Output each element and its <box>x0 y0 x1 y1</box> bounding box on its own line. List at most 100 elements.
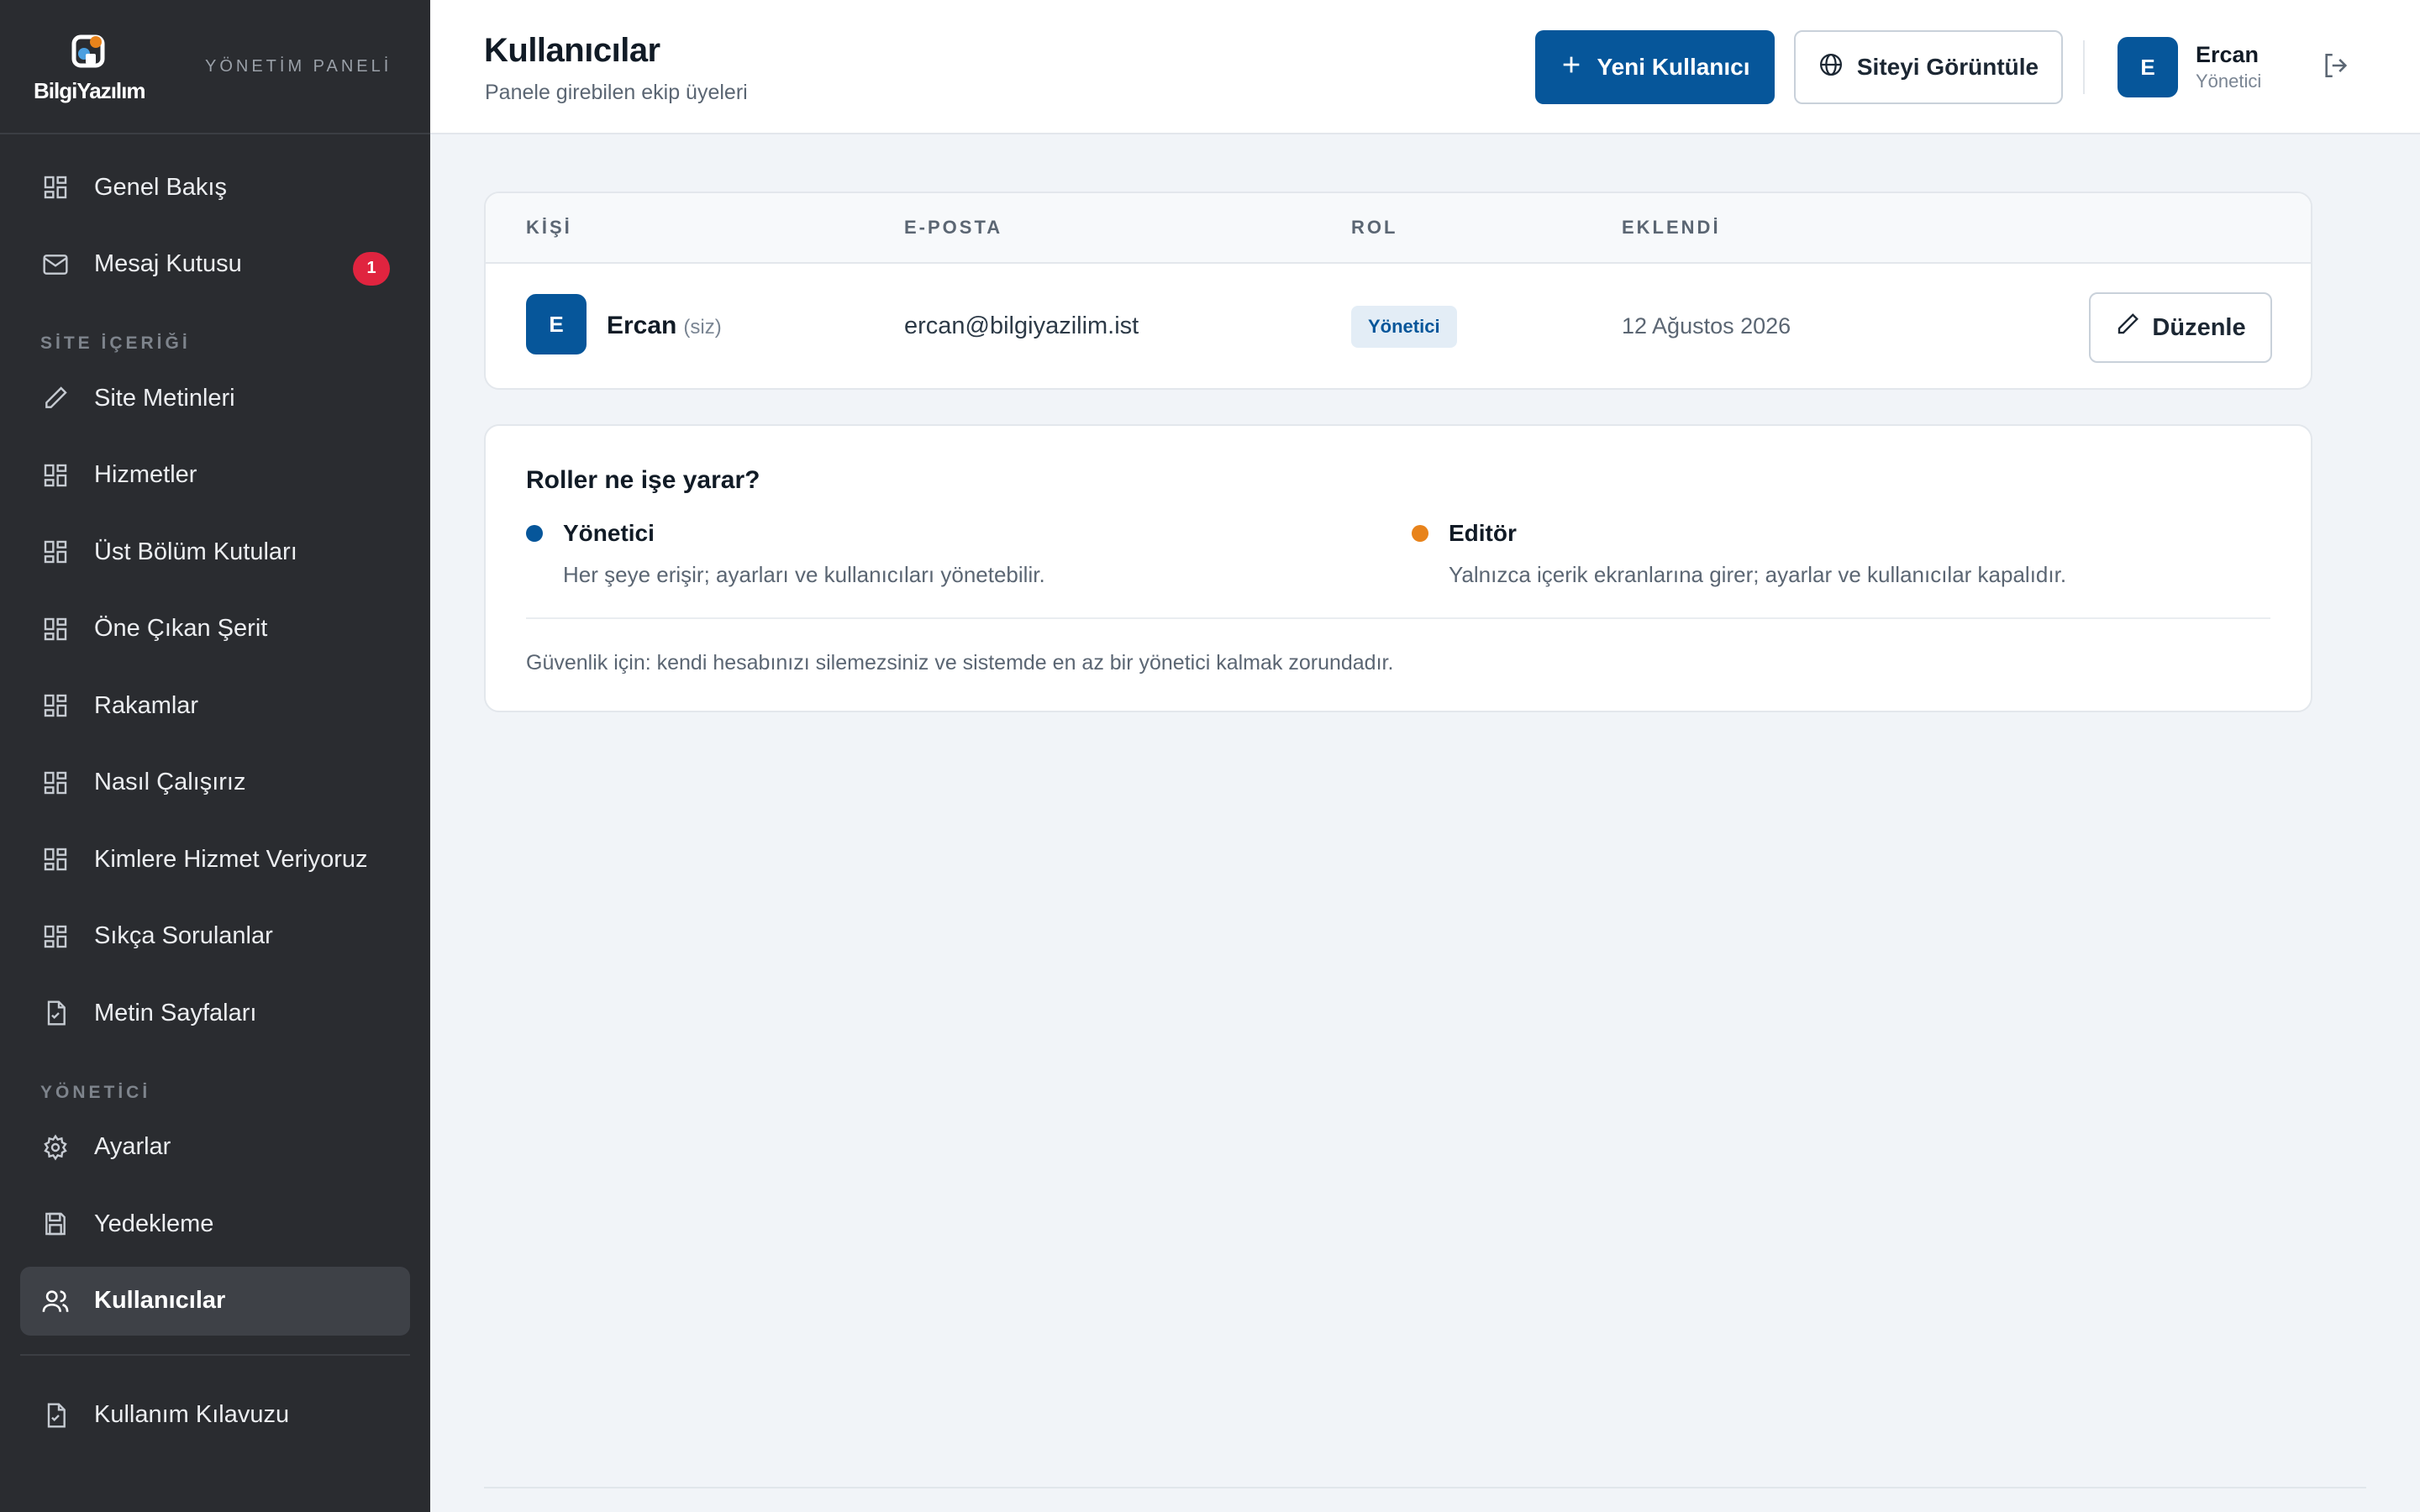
brand-header: BilgiYazılım YÖNETİM PANELİ <box>0 0 430 134</box>
sidebar-item-kimlere-hizmet[interactable]: Kimlere Hizmet Veriyoruz <box>20 825 410 894</box>
role-description: Yalnızca içerik ekranlarına girer; ayarl… <box>1449 562 2067 587</box>
role-description: Her şeye erişir; ayarları ve kullanıcıla… <box>563 562 1045 587</box>
logo-text: BilgiYazılım <box>34 78 145 103</box>
sidebar-item-mesaj-kutusu[interactable]: Mesaj Kutusu 1 <box>20 230 410 299</box>
role-name: Editör <box>1449 520 1517 546</box>
sidebar-item-hizmetler[interactable]: Hizmetler <box>20 441 410 510</box>
sidebar-item-label: Sıkça Sorulanlar <box>94 922 273 949</box>
sidebar: BilgiYazılım YÖNETİM PANELİ Genel Bakış … <box>0 0 430 1512</box>
logo-mark-icon <box>71 34 105 68</box>
row-name-text: Ercan <box>607 312 677 339</box>
sidebar-item-nasil-calisiriz[interactable]: Nasıl Çalışırız <box>20 748 410 817</box>
sidebar-item-rakamlar[interactable]: Rakamlar <box>20 671 410 740</box>
document-icon <box>40 1400 71 1431</box>
role-name: Yönetici <box>563 520 655 546</box>
document-icon <box>40 998 71 1028</box>
sidebar-divider <box>20 1353 410 1356</box>
user-name: Ercan <box>2196 42 2260 67</box>
grid-icon <box>40 460 71 491</box>
edit-label: Düzenle <box>2152 313 2246 341</box>
sidebar-item-label: Yedekleme <box>94 1210 214 1237</box>
users-icon <box>40 1286 71 1316</box>
view-site-label: Siteyi Görüntüle <box>1856 54 2039 80</box>
plus-icon <box>1560 53 1583 82</box>
sidebar-item-kullanicilar[interactable]: Kullanıcılar <box>20 1266 410 1336</box>
sidebar-item-yedekleme[interactable]: Yedekleme <box>20 1189 410 1258</box>
row-email: ercan@bilgiyazilim.ist <box>904 312 1139 339</box>
sidebar-item-label: Kimlere Hizmet Veriyoruz <box>94 845 368 873</box>
brand-logo[interactable]: BilgiYazılım <box>34 29 151 104</box>
grid-icon <box>40 768 71 798</box>
row-avatar: E <box>526 294 587 354</box>
globe-icon <box>1818 52 1844 83</box>
role-badge: Yönetici <box>1351 306 1457 348</box>
row-added-date: 12 Ağustos 2026 <box>1622 313 1791 339</box>
sidebar-item-label: Üst Bölüm Kutuları <box>94 538 297 565</box>
grid-icon <box>40 690 71 721</box>
role-color-dot <box>1412 525 1428 542</box>
security-note: Güvenlik için: kendi hesabınızı silemezs… <box>526 651 1394 675</box>
sidebar-item-genel-bakis[interactable]: Genel Bakış <box>20 153 410 222</box>
roles-title: Roller ne işe yarar? <box>526 466 760 494</box>
sidebar-nav: Genel Bakış Mesaj Kutusu 1 SİTE İÇERİĞİ … <box>0 134 430 1450</box>
sidebar-item-kullanim-kilavuzu[interactable]: Kullanım Kılavuzu <box>20 1381 410 1450</box>
sidebar-item-label: Mesaj Kutusu <box>94 250 242 277</box>
section-title-admin: YÖNETİCİ <box>40 1082 151 1102</box>
sidebar-item-label: Site Metinleri <box>94 384 235 412</box>
panel-label: YÖNETİM PANELİ <box>205 56 392 76</box>
new-user-label: Yeni Kullanıcı <box>1597 54 1750 80</box>
sidebar-item-one-cikan-serit[interactable]: Öne Çıkan Şerit <box>20 595 410 664</box>
sidebar-item-ust-bolum-kutulari[interactable]: Üst Bölüm Kutuları <box>20 517 410 586</box>
grid-icon <box>40 172 71 202</box>
logout-button[interactable] <box>2319 50 2353 84</box>
roles-divider <box>526 617 2270 619</box>
column-header-person: KİŞİ <box>526 217 572 238</box>
sidebar-item-label: Hizmetler <box>94 461 197 488</box>
sidebar-item-sikca-sorulanlar[interactable]: Sıkça Sorulanlar <box>20 902 410 971</box>
sidebar-item-label: Kullanım Kılavuzu <box>94 1401 290 1428</box>
grid-icon <box>40 537 71 567</box>
new-user-button[interactable]: Yeni Kullanıcı <box>1535 30 1775 104</box>
footer-divider <box>484 1487 2366 1488</box>
header-divider <box>2083 40 2085 94</box>
sidebar-item-label: Genel Bakış <box>94 173 227 201</box>
column-header-email: E-POSTA <box>904 217 1003 238</box>
user-avatar[interactable]: E <box>2118 37 2178 97</box>
role-info-admin-head: Yönetici <box>526 520 1045 547</box>
sidebar-item-label: Metin Sayfaları <box>94 999 257 1026</box>
sidebar-item-label: Rakamlar <box>94 691 199 719</box>
role-color-dot <box>526 525 543 542</box>
table-row: E Ercan (siz) ercan@bilgiyazilim.ist Yöne… <box>486 264 2311 388</box>
grid-icon <box>40 921 71 952</box>
save-icon <box>40 1209 71 1239</box>
sidebar-item-metin-sayfalari[interactable]: Metin Sayfaları <box>20 979 410 1047</box>
sidebar-item-site-metinleri[interactable]: Site Metinleri <box>20 364 410 433</box>
mail-icon <box>40 249 71 280</box>
roles-info-card: Roller ne işe yarar? Yönetici Her şeye e… <box>484 424 2312 712</box>
self-tag: (siz) <box>683 316 722 339</box>
page-title: Kullanıcılar <box>484 32 660 69</box>
edit-user-button[interactable]: Düzenle <box>2089 292 2272 363</box>
column-header-added: EKLENDİ <box>1622 217 1721 238</box>
sidebar-item-label: Ayarlar <box>94 1133 171 1160</box>
section-title-content: SİTE İÇERİĞİ <box>40 333 191 353</box>
page-subtitle: Panele girebilen ekip üyeleri <box>485 81 748 104</box>
column-header-role: ROL <box>1351 217 1398 238</box>
sidebar-item-label: Öne Çıkan Şerit <box>94 615 268 642</box>
role-info-editor: Editör Yalnızca içerik ekranlarına girer… <box>1412 520 2066 588</box>
role-info-admin: Yönetici Her şeye erişir; ayarları ve ku… <box>526 520 1045 588</box>
unread-badge: 1 <box>353 251 390 286</box>
sidebar-item-label: Nasıl Çalışırız <box>94 769 246 795</box>
pencil-icon <box>2115 312 2140 344</box>
view-site-button[interactable]: Siteyi Görüntüle <box>1794 30 2063 104</box>
gear-icon <box>40 1132 71 1163</box>
user-role: Yönetici <box>2196 71 2262 92</box>
top-header: Kullanıcılar Panele girebilen ekip üyele… <box>430 0 2420 134</box>
pencil-icon <box>40 383 71 413</box>
logout-icon <box>2322 51 2350 84</box>
sidebar-item-ayarlar[interactable]: Ayarlar <box>20 1113 410 1182</box>
row-name: Ercan (siz) <box>607 312 722 340</box>
table-header: KİŞİ E-POSTA ROL EKLENDİ <box>486 193 2311 264</box>
sidebar-item-label: Kullanıcılar <box>94 1287 226 1314</box>
grid-icon <box>40 614 71 644</box>
